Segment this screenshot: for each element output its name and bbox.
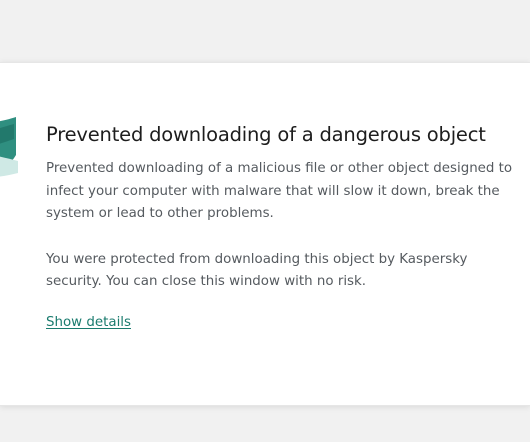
protection-note: You were protected from downloading this… <box>46 251 468 290</box>
dialog-description: Prevented downloading of a malicious fil… <box>46 161 513 221</box>
dialog-content: Prevented downloading of a dangerous obj… <box>46 123 530 330</box>
warning-panel: Prevented downloading of a dangerous obj… <box>0 62 530 406</box>
shield-icon <box>0 117 18 177</box>
dialog-title: Prevented downloading of a dangerous obj… <box>46 123 486 146</box>
show-details-link[interactable]: Show details <box>46 315 131 330</box>
